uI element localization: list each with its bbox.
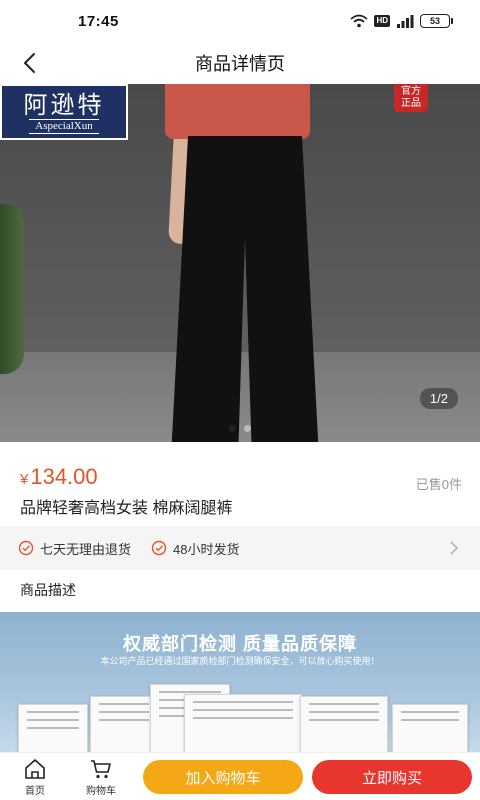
chevron-right-icon [450, 541, 458, 555]
certificate-document [300, 696, 388, 752]
tab-home-label: 首页 [25, 785, 45, 797]
price-value: 134.00 [30, 464, 98, 489]
sold-count: 已售0件 [415, 477, 462, 492]
back-button[interactable] [16, 50, 42, 76]
status-icons: HD 53 [350, 14, 453, 28]
service-guarantee-bar[interactable]: 七天无理由退货 48小时发货 [0, 526, 480, 570]
certificate-document [90, 696, 158, 752]
certificate-document [18, 704, 88, 752]
service-label: 48小时发货 [173, 541, 240, 557]
signal-icon [396, 14, 414, 28]
brand-logo: 阿逊特 AspecialXun [0, 84, 128, 140]
brand-name: 阿逊特 [23, 90, 105, 119]
carousel-dot-active[interactable] [229, 425, 236, 432]
chevron-left-icon [24, 53, 35, 73]
price: ¥ 134.00 [20, 464, 98, 490]
home-icon [25, 758, 45, 779]
hd-icon: HD [374, 15, 390, 27]
check-circle-icon [151, 540, 167, 556]
bottom-action-bar: 首页 购物车 加入购物车 立即购买 [0, 752, 480, 800]
photo-top [165, 84, 310, 139]
description-heading: 商品描述 [20, 582, 76, 598]
currency-symbol: ¥ [20, 471, 29, 488]
service-item-shipping: 48小时发货 [151, 539, 239, 558]
official-badge: 官方 正品 [394, 84, 428, 112]
product-title: 品牌轻奢高档女装 棉麻阔腿裤 [20, 500, 233, 517]
product-image-carousel[interactable]: 阿逊特 AspecialXun 官方 正品 1/2 [0, 84, 480, 442]
price-section: ¥ 134.00 已售0件 品牌轻奢高档女装 棉麻阔腿裤 [0, 442, 480, 526]
service-item-return: 七天无理由退货 [18, 539, 131, 558]
carousel-dots [0, 425, 480, 432]
service-label: 七天无理由退货 [40, 541, 132, 557]
page-title: 商品详情页 [195, 54, 285, 74]
brand-name-en: AspecialXun [29, 118, 99, 134]
certificate-document [392, 704, 468, 752]
tab-home[interactable]: 首页 [0, 757, 70, 797]
battery-icon: 53 [420, 14, 453, 28]
banner-title: 权威部门检测 质量品质保障 [123, 634, 357, 654]
description-banner: 权威部门检测 质量品质保障 本公司产品已经通过国家质检部门检测确保安全，可以放心… [0, 612, 480, 752]
tab-cart[interactable]: 购物车 [70, 757, 132, 797]
check-circle-icon [18, 540, 34, 556]
buy-now-button[interactable]: 立即购买 [312, 760, 472, 794]
status-time: 17:45 [78, 12, 119, 30]
wifi-icon [350, 14, 369, 28]
status-bar: 17:45 HD 53 [0, 0, 480, 42]
carousel-dot[interactable] [244, 425, 251, 432]
shopping-cart-icon [91, 759, 111, 778]
photo-plant [0, 204, 24, 374]
tab-cart-label: 购物车 [86, 785, 116, 797]
nav-bar: 商品详情页 [0, 42, 480, 84]
banner-subtitle: 本公司产品已经通过国家质检部门检测确保安全，可以放心购买使用！ [100, 656, 380, 666]
certificate-document [184, 694, 302, 752]
add-to-cart-button[interactable]: 加入购物车 [143, 760, 303, 794]
image-counter: 1/2 [419, 388, 458, 409]
